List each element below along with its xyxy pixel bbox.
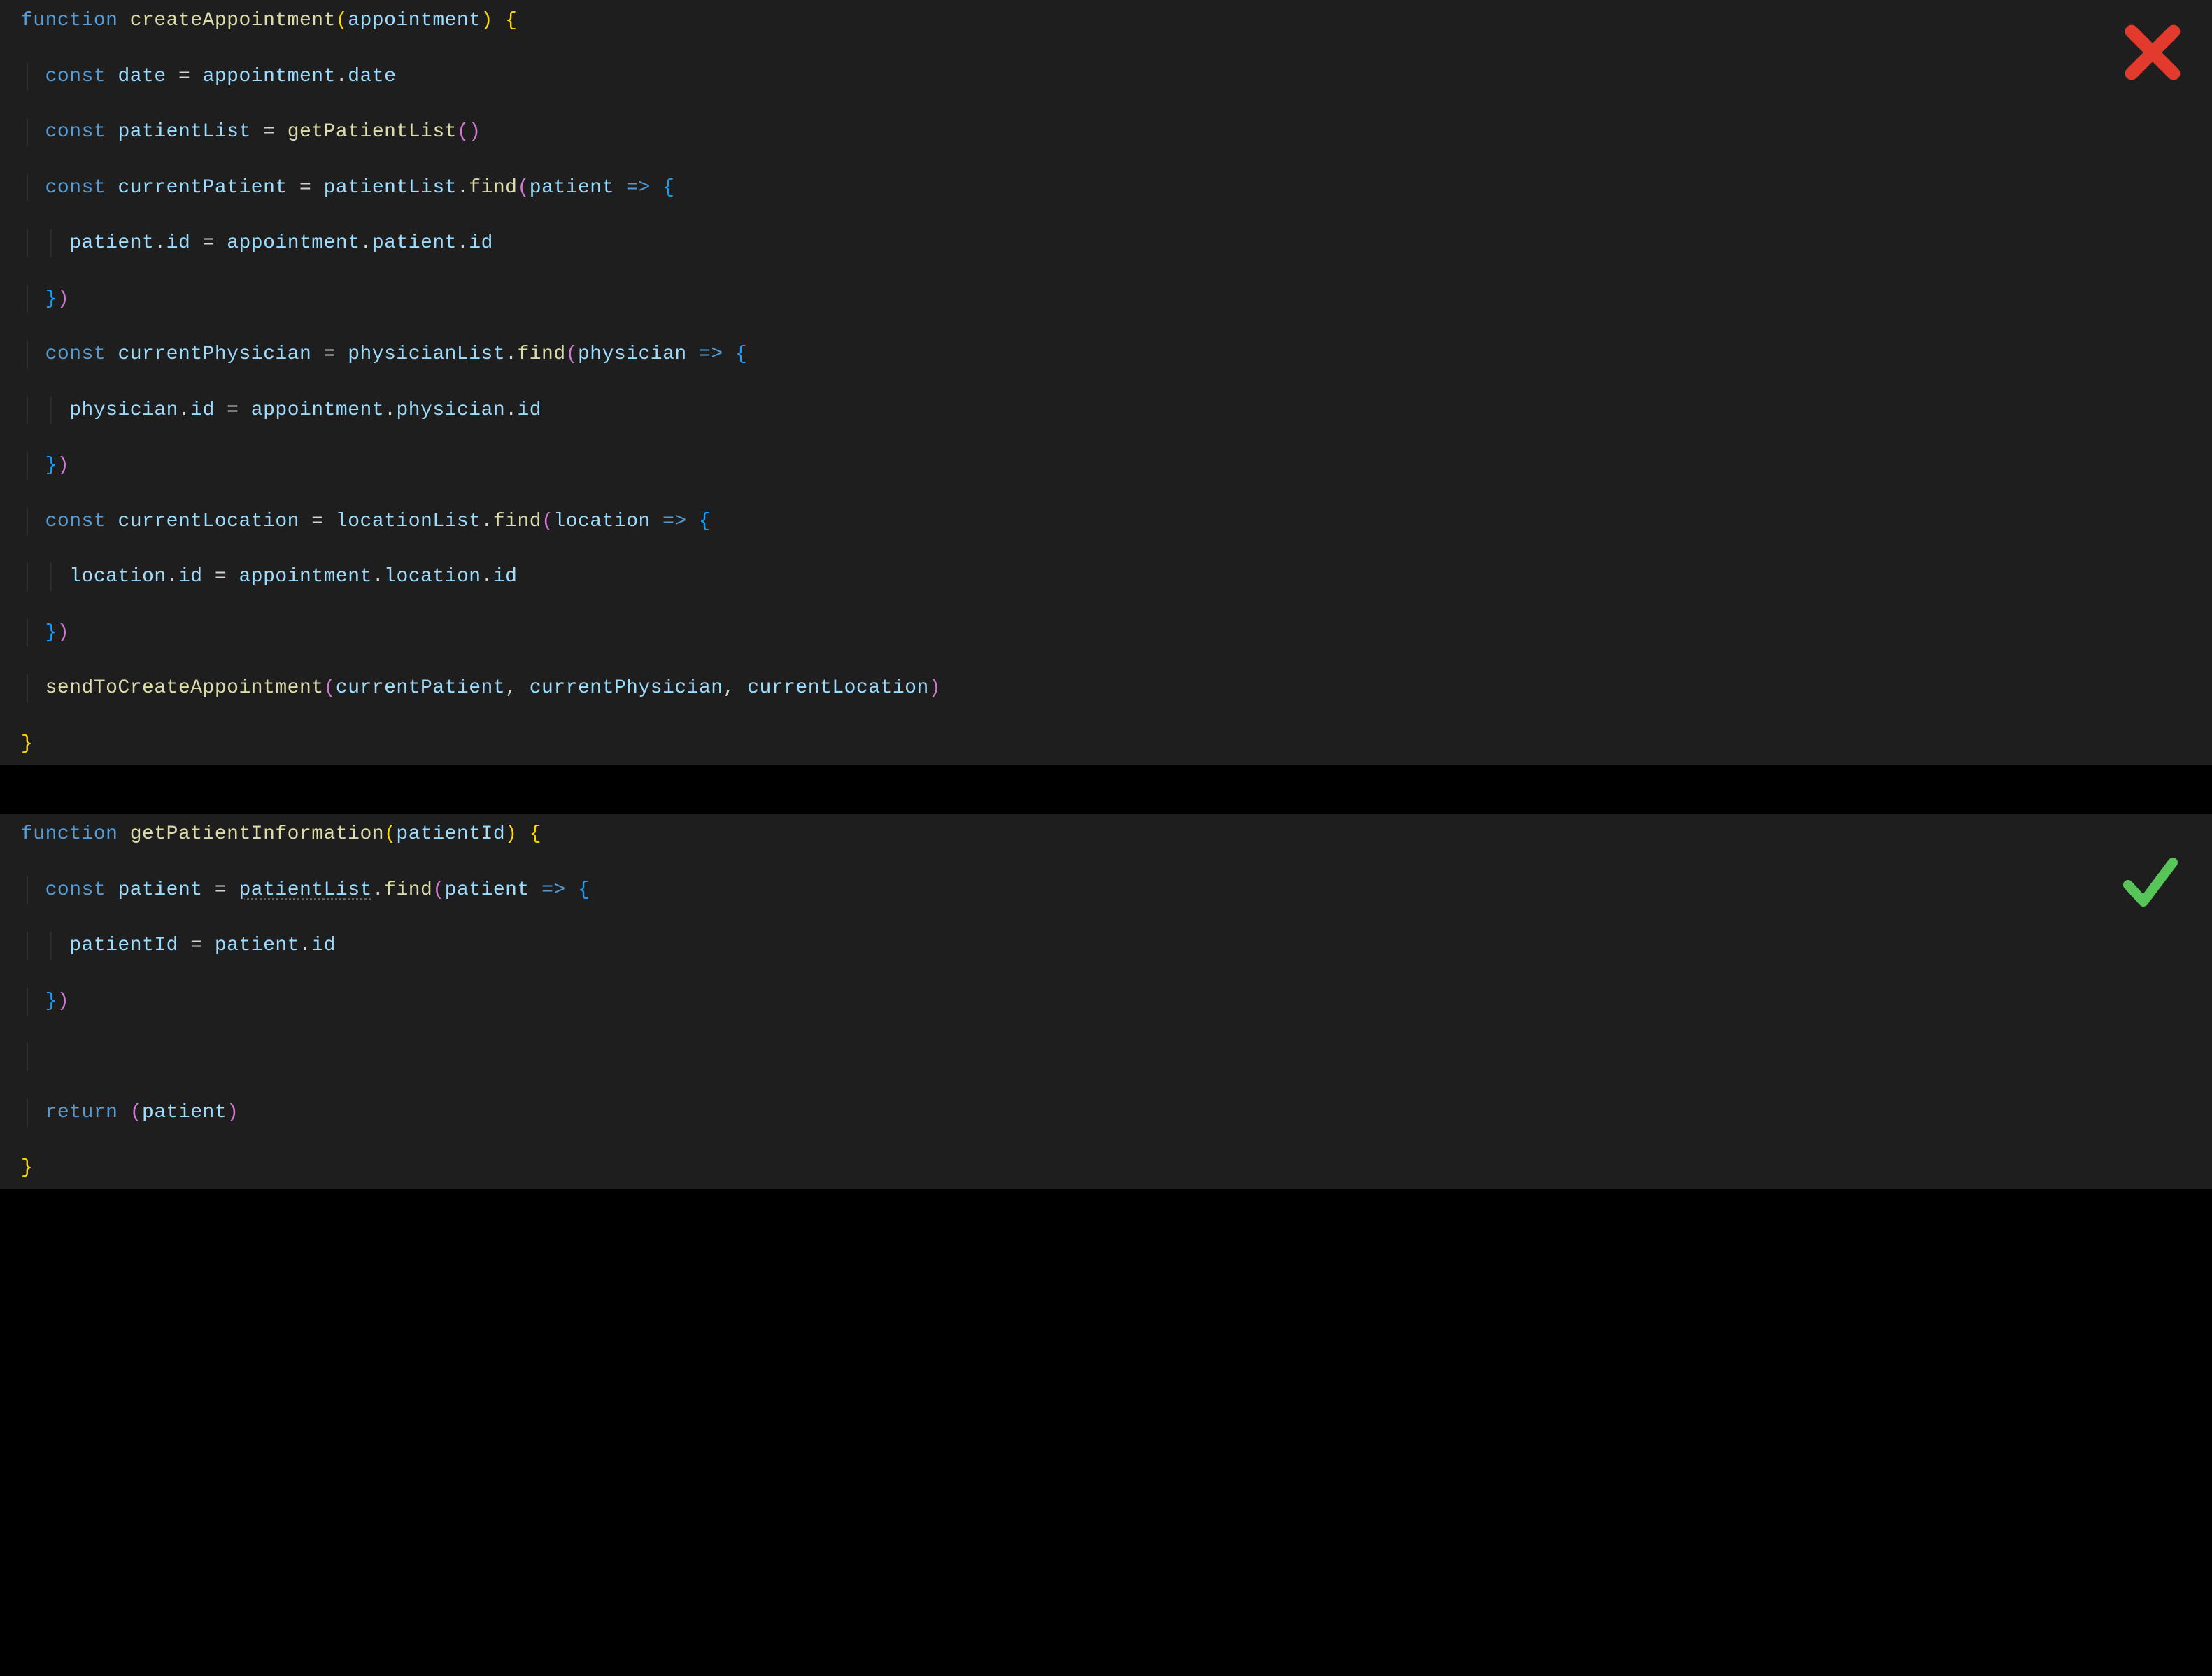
code-line: const currentPhysician = physicianList.f… (21, 341, 2191, 369)
code-line: return (patient) (21, 1099, 2191, 1127)
code-line: } (21, 1154, 2191, 1182)
code-block: function createAppointment(appointment) … (21, 7, 2191, 758)
code-line: }) (21, 285, 2191, 313)
code-line: const date = appointment.date (21, 63, 2191, 91)
code-line: patient.id = appointment.patient.id (21, 229, 2191, 257)
code-line: patientId = patient.id (21, 932, 2191, 960)
code-line: sendToCreateAppointment(currentPatient, … (21, 674, 2191, 702)
code-line: physician.id = appointment.physician.id (21, 397, 2191, 425)
code-snippet-bad: function createAppointment(appointment) … (0, 0, 2212, 765)
code-line: const patient = patientList.find(patient… (21, 876, 2191, 904)
code-line: location.id = appointment.location.id (21, 563, 2191, 591)
code-line: function createAppointment(appointment) … (21, 7, 2191, 35)
code-line: const patientList = getPatientList() (21, 118, 2191, 146)
code-line: }) (21, 452, 2191, 480)
code-line: }) (21, 988, 2191, 1016)
code-line: const currentPatient = patientList.find(… (21, 174, 2191, 202)
code-line: }) (21, 619, 2191, 647)
code-line (21, 1043, 2191, 1071)
code-line: } (21, 730, 2191, 758)
code-line: function getPatientInformation(patientId… (21, 821, 2191, 848)
code-line: const currentLocation = locationList.fin… (21, 508, 2191, 536)
code-snippet-good: function getPatientInformation(patientId… (0, 814, 2212, 1189)
code-block: function getPatientInformation(patientId… (21, 821, 2191, 1182)
